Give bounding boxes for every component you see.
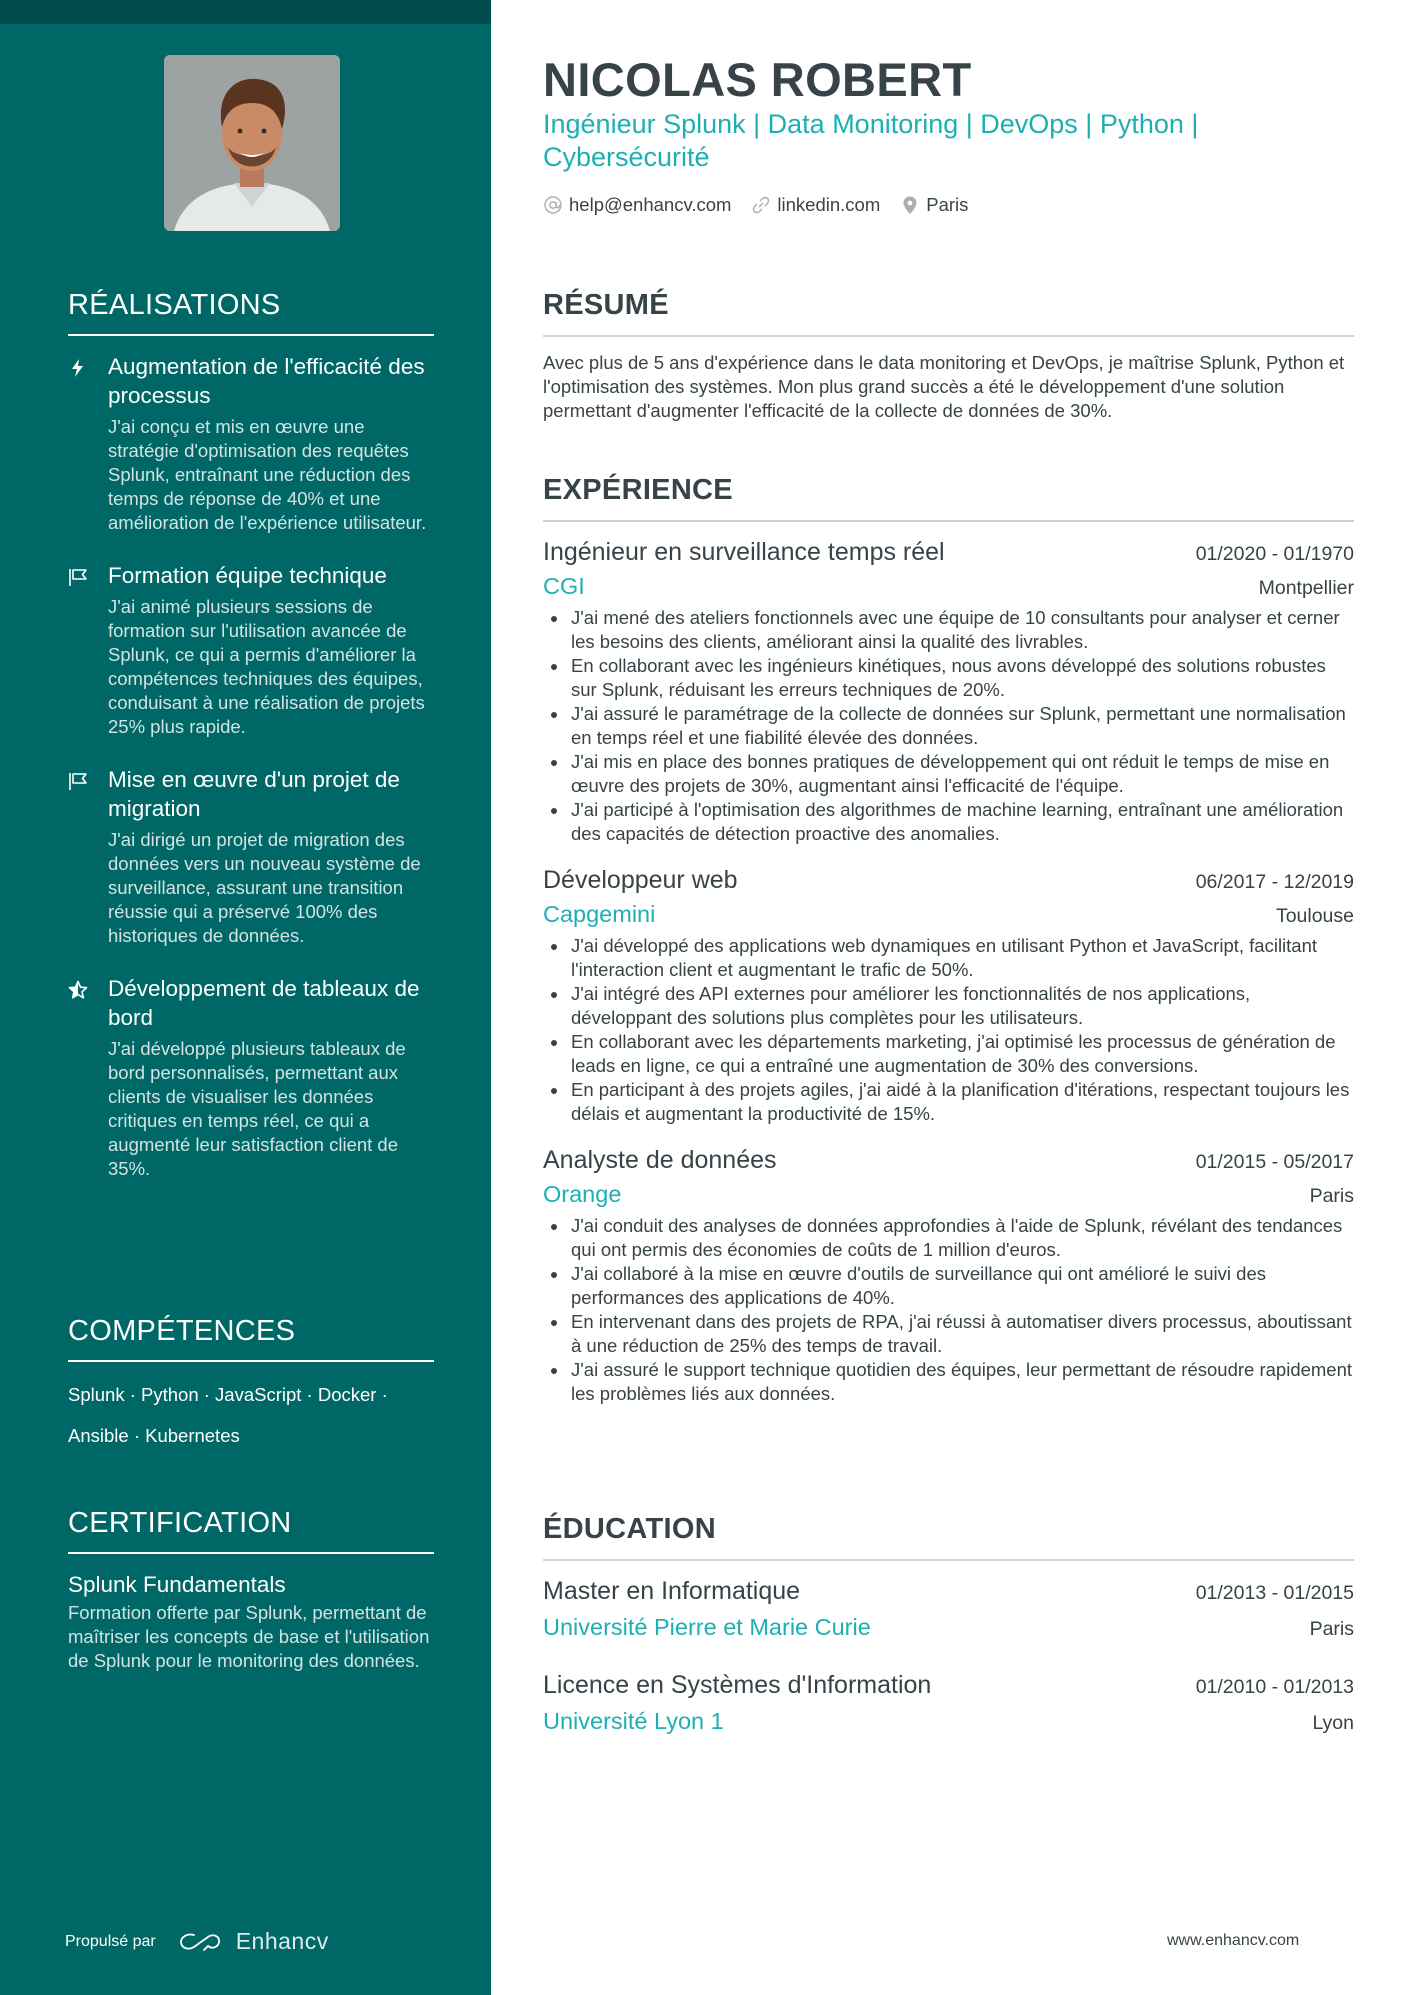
education-section: ÉDUCATION Master en Informatique 01/2013… [543,1512,1354,1763]
at-icon [544,196,562,214]
achievement-title: Formation équipe technique [108,563,387,588]
experience-section: EXPÉRIENCE Ingénieur en surveillance tem… [543,473,1354,1424]
education-dates: 01/2013 - 01/2015 [1195,1582,1354,1604]
education-dates: 01/2010 - 01/2013 [1195,1676,1354,1698]
job-bullet: En collaborant avec les départements mar… [543,1030,1354,1078]
sidebar-top-bar [0,0,491,24]
summary-text: Avec plus de 5 ans d'expérience dans le … [543,352,1345,421]
contact-linkedin-text: linkedin.com [777,194,881,215]
job-bullet: En participant à des projets agiles, j'a… [543,1078,1354,1126]
powered-by-label: Propulsé par [65,1932,156,1950]
education-school: Université Pierre et Marie Curie [543,1614,871,1640]
job-title: Analyste de données [543,1146,777,1174]
job-dates: 01/2015 - 05/2017 [1195,1151,1354,1173]
job-bullets: J'ai mené des ateliers fonctionnels avec… [543,606,1354,846]
job-bullet: J'ai participé à l'optimisation des algo… [543,798,1354,846]
star-icon [68,974,108,1181]
job-company: Orange [543,1181,622,1207]
education-entry: Master en Informatique 01/2013 - 01/2015… [543,1575,1354,1647]
flag-icon [68,561,108,739]
job-bullet: J'ai conduit des analyses de données app… [543,1214,1354,1262]
achievement-item: Augmentation de l'efficacité des process… [68,352,434,535]
achievement-title: Mise en œuvre d'un projet de migration [108,767,400,821]
skills-list: Splunk · Python · JavaScript · Docker · … [68,1384,388,1446]
job-title: Ingénieur en surveillance temps réel [543,538,945,566]
achievement-description: J'ai conçu et mis en œuvre une stratégie… [108,416,427,533]
enhancv-brand: Enhancv [235,1928,329,1954]
skills-title: COMPÉTENCES [68,1314,434,1362]
achievement-item: Mise en œuvre d'un projet de migration J… [68,765,434,948]
contact-info: help@enhancv.com linkedin.com Paris [543,194,988,216]
candidate-name: NICOLAS ROBERT [543,53,972,106]
profile-photo [164,55,340,231]
education-school: Université Lyon 1 [543,1708,724,1734]
job-bullet: J'ai collaboré à la mise en œuvre d'outi… [543,1262,1354,1310]
summary-title: RÉSUMÉ [543,288,1354,337]
job-bullet: J'ai assuré le support technique quotidi… [543,1358,1354,1406]
contact-email-text: help@enhancv.com [569,194,732,215]
job-bullet: En collaborant avec les ingénieurs kinét… [543,654,1354,702]
candidate-headline: Ingénieur Splunk | Data Monitoring | Dev… [543,109,1199,172]
job-bullets: J'ai développé des applications web dyna… [543,934,1354,1126]
achievement-title: Développement de tableaux de bord [108,976,420,1030]
education-degree: Licence en Systèmes d'Information [543,1671,932,1699]
contact-location: Paris [900,194,968,216]
achievements-section: RÉALISATIONS Augmentation de l'efficacit… [68,288,434,1207]
sidebar: RÉALISATIONS Augmentation de l'efficacit… [0,0,491,1995]
certification-title: CERTIFICATION [68,1506,434,1554]
enhancv-logo-icon [178,1930,224,1954]
job-location: Toulouse [1275,905,1354,927]
contact-email[interactable]: help@enhancv.com [543,194,731,216]
achievement-description: J'ai animé plusieurs sessions de formati… [108,596,425,737]
certification-section: CERTIFICATION Splunk Fundamentals Format… [68,1506,434,1673]
job-entry: Analyste de données 01/2015 - 05/2017 Or… [543,1144,1354,1406]
experience-title: EXPÉRIENCE [543,473,1354,522]
job-company: Capgemini [543,901,656,927]
education-location: Lyon [1312,1712,1354,1734]
education-degree: Master en Informatique [543,1577,801,1605]
achievement-description: J'ai développé plusieurs tableaux de bor… [108,1038,406,1179]
flag-icon [68,765,108,948]
summary-section: RÉSUMÉ Avec plus de 5 ans d'expérience d… [543,288,1354,423]
link-icon [753,196,770,214]
lightning-icon [68,352,108,535]
achievement-item: Formation équipe technique J'ai animé pl… [68,561,434,739]
job-dates: 01/2020 - 01/1970 [1195,543,1354,565]
job-bullet: J'ai assuré le paramétrage de la collect… [543,702,1354,750]
portrait-image [164,55,340,231]
footer-website-link[interactable]: www.enhancv.com [1167,1932,1299,1950]
certification-description: Formation offerte par Splunk, permettant… [68,1602,430,1671]
job-bullet: J'ai mis en place des bonnes pratiques d… [543,750,1354,798]
job-dates: 06/2017 - 12/2019 [1195,871,1354,893]
education-title: ÉDUCATION [543,1512,1354,1561]
education-location: Paris [1309,1618,1354,1640]
job-bullet: J'ai mené des ateliers fonctionnels avec… [543,606,1354,654]
location-pin-icon [903,196,917,214]
skills-section: COMPÉTENCES Splunk · Python · JavaScript… [68,1314,434,1456]
achievement-description: J'ai dirigé un projet de migration des d… [108,829,421,946]
contact-location-text: Paris [926,194,969,215]
contact-linkedin[interactable]: linkedin.com [751,194,880,216]
job-entry: Développeur web 06/2017 - 12/2019 Capgem… [543,864,1354,1126]
job-bullet: J'ai intégré des API externes pour améli… [543,982,1354,1030]
job-bullet: En intervenant dans des projets de RPA, … [543,1310,1354,1358]
job-title: Développeur web [543,866,738,894]
job-entry: Ingénieur en surveillance temps réel 01/… [543,536,1354,846]
job-location: Paris [1309,1185,1354,1207]
job-bullets: J'ai conduit des analyses de données app… [543,1214,1354,1406]
certification-name: Splunk Fundamentals [68,1572,286,1597]
achievements-title: RÉALISATIONS [68,288,434,336]
job-location: Montpellier [1258,577,1354,599]
job-company: CGI [543,573,585,599]
powered-by: Propulsé par Enhancv [65,1928,329,1955]
education-entry: Licence en Systèmes d'Information 01/201… [543,1669,1354,1741]
job-bullet: J'ai développé des applications web dyna… [543,934,1354,982]
achievement-title: Augmentation de l'efficacité des process… [108,354,425,408]
achievement-item: Développement de tableaux de bord J'ai d… [68,974,434,1181]
